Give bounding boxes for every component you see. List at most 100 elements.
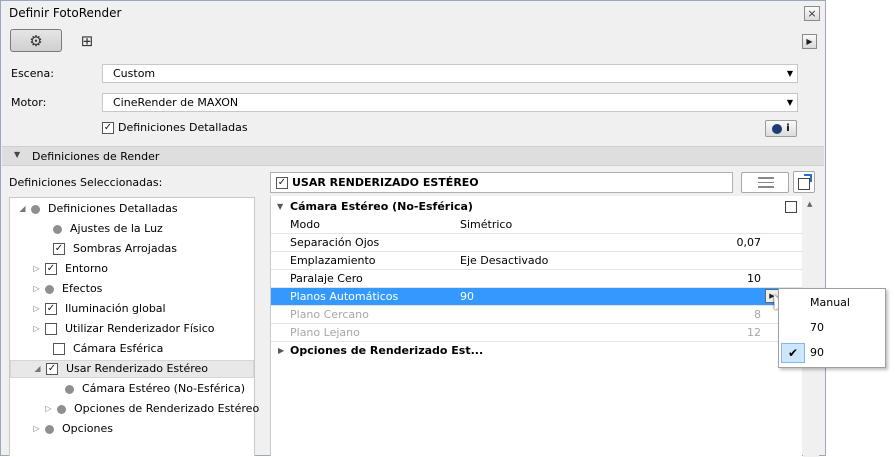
tree-checkbox[interactable]: ✓ <box>46 363 58 375</box>
tree-collapsed-icon[interactable]: ▷ <box>32 280 41 298</box>
engine-info-button[interactable]: i <box>765 120 797 137</box>
tree-item[interactable]: ◢ ✓ Usar Renderizado Estéreo <box>10 360 254 378</box>
triangle-right-icon: ▶ <box>278 346 285 355</box>
tree-item[interactable]: ▷ ✓ Iluminación global <box>32 300 166 318</box>
tree-collapsed-icon[interactable]: ▷ <box>44 400 53 418</box>
menu-item[interactable]: 70 <box>779 317 885 339</box>
group-stereo-options[interactable]: ▶ Opciones de Renderizado Est... <box>271 342 803 360</box>
settings-tree: ◢ Definiciones Detalladas Ajustes de la Lu… <box>9 197 259 456</box>
stereo-checkbox[interactable]: ✓ <box>276 177 288 189</box>
detailed-label: Definiciones Detalladas <box>118 121 248 134</box>
tree-item-label: Iluminación global <box>65 302 166 315</box>
property-row[interactable]: Emplazamiento Eje Desactivado <box>271 252 803 270</box>
property-panel: ▼ Cámara Estéreo (No-Esférica) Modo Simét… <box>270 196 803 456</box>
tree-item[interactable]: ▷ Efectos <box>32 280 102 298</box>
menu-item-label: 90 <box>810 346 824 359</box>
menu-item[interactable]: Manual <box>779 292 885 314</box>
check-icon: ✔ <box>781 343 805 363</box>
bullet-icon <box>53 224 62 234</box>
property-number: 10 <box>747 272 761 285</box>
tree-item[interactable]: Cámara Estéreo (No-Esférica) <box>52 380 245 398</box>
property-name: Modo <box>290 218 320 231</box>
tree-expanded-icon[interactable]: ◢ <box>18 200 27 218</box>
gear-icon: ⚙ <box>29 31 43 50</box>
cinema4d-logo-icon <box>772 123 783 134</box>
section-title: Definiciones de Render <box>32 150 160 163</box>
tree-item-label: Cámara Estéreo (No-Esférica) <box>82 382 246 395</box>
menu-item[interactable]: ✔ 90 <box>779 342 885 364</box>
scene-value: Custom <box>113 67 156 80</box>
render-settings-section[interactable]: ▼ Definiciones de Render <box>2 146 824 166</box>
property-row[interactable]: Separación Ojos 0,07 <box>271 234 803 252</box>
tab-grid[interactable]: ⊞ <box>67 29 107 52</box>
chevron-down-icon: ▼ <box>786 98 793 107</box>
group-label: Cámara Estéreo (No-Esférica) <box>290 200 473 213</box>
tree-item-label: Opciones de Renderizado Estéreo <box>74 402 260 415</box>
auto-planes-dropdown-menu: Manual 70 ✔ 90 <box>778 288 886 368</box>
scene-label: Escena: <box>11 67 54 80</box>
property-value: Simétrico <box>460 218 513 231</box>
property-row[interactable]: Plano Lejano 12 <box>271 324 803 342</box>
property-row[interactable]: Modo Simétrico <box>271 216 803 234</box>
tree-item[interactable]: ✓ Sombras Arrojadas <box>40 240 177 258</box>
tree-item[interactable]: ▷ Utilizar Renderizador Físico <box>32 320 214 338</box>
title-bar[interactable]: Definir FotoRender × <box>1 1 825 25</box>
tree-collapsed-icon[interactable]: ▷ <box>32 320 41 338</box>
property-value: 90 <box>460 290 474 303</box>
tree-checkbox[interactable]: ✓ <box>53 243 65 255</box>
tree-item-label: Usar Renderizado Estéreo <box>66 362 209 375</box>
tree-checkbox[interactable]: ✓ <box>45 303 57 315</box>
bullet-icon <box>45 424 54 434</box>
triangle-down-icon: ▼ <box>14 150 21 159</box>
property-name: Planos Automáticos <box>290 290 399 303</box>
property-row[interactable]: Plano Cercano 8 <box>271 306 803 324</box>
tree-item[interactable]: ▷ ✓ Entorno <box>32 260 108 278</box>
engine-value: CineRender de MAXON <box>113 96 239 109</box>
tree-collapsed-icon[interactable]: ▷ <box>32 260 41 278</box>
tree-collapsed-icon[interactable]: ▷ <box>32 300 41 318</box>
property-number: 0,07 <box>736 236 762 249</box>
group-export-icon[interactable] <box>785 201 797 213</box>
tree-item[interactable]: ▷ Opciones <box>32 420 113 438</box>
triangle-down-icon: ▼ <box>277 202 284 211</box>
tree-checkbox[interactable]: ✓ <box>45 263 57 275</box>
group-stereo-camera[interactable]: ▼ Cámara Estéreo (No-Esférica) <box>271 198 803 216</box>
property-value: Eje Desactivado <box>460 254 549 267</box>
menu-item-label: Manual <box>810 296 850 309</box>
tree-checkbox[interactable] <box>53 343 65 355</box>
tree-item-label: Sombras Arrojadas <box>73 242 178 255</box>
tree-item-label: Entorno <box>65 262 108 275</box>
tree-item[interactable]: Cámara Esférica <box>40 340 163 358</box>
chevron-down-icon: ▼ <box>786 69 793 78</box>
engine-dropdown[interactable]: CineRender de MAXON ▼ <box>102 93 798 112</box>
engine-label: Motor: <box>11 96 47 109</box>
property-row[interactable]: Planos Automáticos 90 ▶ <box>271 288 803 310</box>
group-label: Opciones de Renderizado Est... <box>290 344 484 357</box>
tree-item[interactable]: ▷ Opciones de Renderizado Estéreo <box>44 400 259 418</box>
list-icon-middle <box>758 182 774 183</box>
close-button[interactable]: × <box>804 6 820 21</box>
tree-item[interactable]: Ajustes de la Luz <box>40 220 163 238</box>
tree-item[interactable]: ◢ Definiciones Detalladas <box>18 200 177 218</box>
bullet-icon <box>45 284 54 294</box>
tree-collapsed-icon[interactable]: ▷ <box>32 420 41 438</box>
scene-dropdown[interactable]: Custom ▼ <box>102 64 798 83</box>
detailed-checkbox[interactable]: ✓ <box>102 121 114 134</box>
property-number: 8 <box>754 308 761 321</box>
tree-checkbox[interactable] <box>45 323 57 335</box>
window-title: Definir FotoRender <box>9 6 122 20</box>
property-name: Paralaje Cero <box>290 272 363 285</box>
expand-arrow-button[interactable]: ▶ <box>802 34 817 49</box>
info-icon: i <box>786 123 790 134</box>
scroll-up-icon[interactable]: ▲ <box>807 200 812 208</box>
list-view-button[interactable] <box>741 172 789 193</box>
tab-settings[interactable]: ⚙ <box>10 29 62 52</box>
property-row[interactable]: Paralaje Cero 10 <box>271 270 803 288</box>
export-settings-button[interactable] <box>793 171 815 193</box>
property-name: Plano Lejano <box>290 326 360 339</box>
property-name: Emplazamiento <box>290 254 376 267</box>
tree-expanded-icon[interactable]: ◢ <box>33 360 42 378</box>
stereo-header: ✓ USAR RENDERIZADO ESTÉREO <box>270 172 733 193</box>
stereo-header-label: USAR RENDERIZADO ESTÉREO <box>292 176 479 189</box>
detailed-settings-row: ✓ Definiciones Detalladas <box>102 121 248 134</box>
